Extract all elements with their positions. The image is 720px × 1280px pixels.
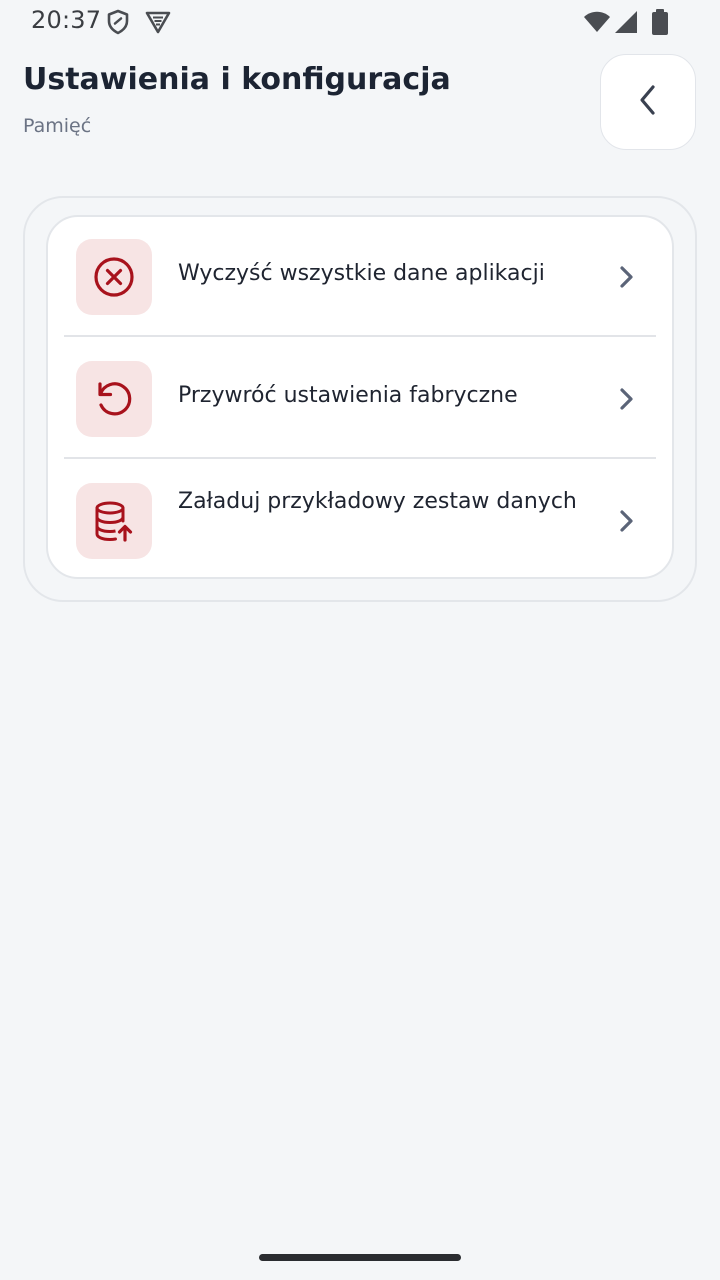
chevron-left-icon bbox=[634, 82, 662, 122]
page-subtitle: Pamięć bbox=[23, 115, 92, 137]
clear-app-data-item[interactable]: Wyczyść wszystkie dane aplikacji bbox=[48, 217, 672, 337]
divider bbox=[64, 335, 656, 337]
load-sample-data-item[interactable]: Załaduj przykładowy zestaw danych bbox=[48, 461, 672, 581]
shield-icon bbox=[104, 8, 132, 36]
cellular-signal-icon bbox=[612, 8, 640, 36]
chevron-right-icon bbox=[614, 385, 638, 413]
status-time: 20:37 bbox=[31, 6, 102, 34]
page-title: Ustawienia i konfiguracja bbox=[23, 62, 451, 97]
status-bar: 20:37 bbox=[0, 0, 720, 44]
settings-list: Wyczyść wszystkie dane aplikacji Przywró… bbox=[46, 215, 674, 579]
factory-reset-item[interactable]: Przywróć ustawienia fabryczne bbox=[48, 339, 672, 459]
chevron-right-icon bbox=[614, 507, 638, 535]
restore-icon bbox=[76, 361, 152, 437]
factory-reset-label: Przywróć ustawienia fabryczne bbox=[178, 383, 518, 408]
vpn-badge-icon bbox=[144, 8, 172, 36]
back-button[interactable] bbox=[600, 54, 696, 150]
divider bbox=[64, 457, 656, 459]
database-upload-icon bbox=[76, 483, 152, 559]
battery-icon bbox=[646, 8, 674, 36]
clear-app-data-label: Wyczyść wszystkie dane aplikacji bbox=[178, 261, 545, 286]
clear-circle-icon bbox=[76, 239, 152, 315]
wifi-icon bbox=[583, 8, 611, 36]
chevron-right-icon bbox=[614, 263, 638, 291]
home-indicator[interactable] bbox=[259, 1254, 461, 1261]
load-sample-data-label: Załaduj przykładowy zestaw danych bbox=[178, 489, 577, 514]
